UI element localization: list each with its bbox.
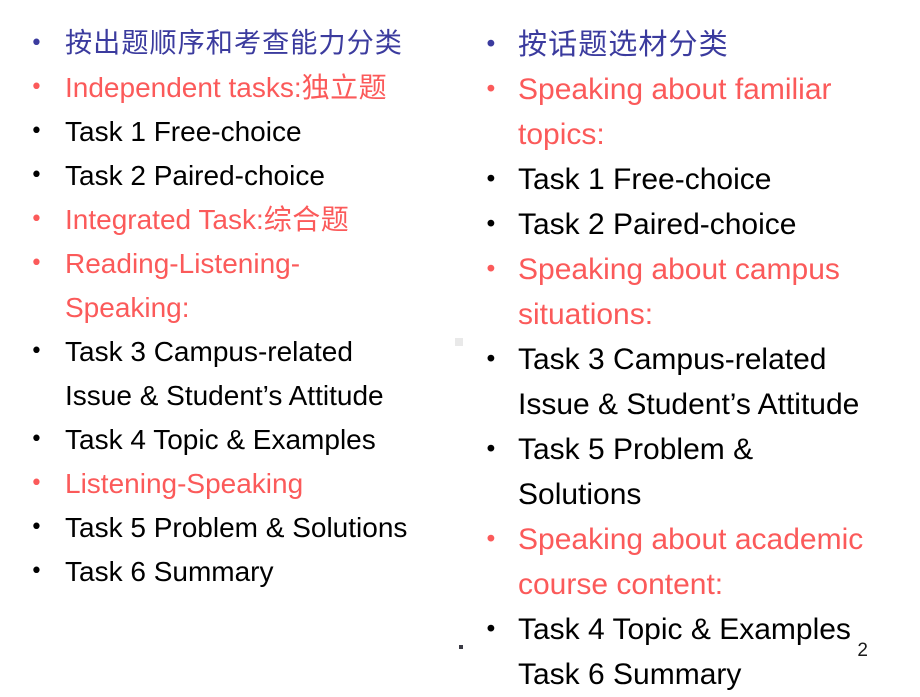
- artifact-square-marker: [455, 338, 463, 346]
- slide-canvas: • 按出题顺序和考查能力分类 • Independent tasks:独立题 • Task…: [0, 0, 920, 691]
- bullet-item-text: Task 4 Topic & Examples: [65, 418, 458, 462]
- bullet-item-left-task-6: • Task 6 Summary: [18, 550, 458, 594]
- bullet-text-line: Independent tasks:独立题: [65, 71, 388, 104]
- bullet-text-line: Task 5 Problem &: [518, 433, 754, 466]
- bullet-text-line: course content:: [518, 568, 724, 601]
- left-bullet-list: • 按出题顺序和考查能力分类 • Independent tasks:独立题 • Task…: [18, 22, 458, 594]
- bullet-text-line: Speaking about campus: [518, 253, 840, 286]
- bullet-item-right-task-1: • Task 1 Free-choice: [470, 157, 920, 202]
- bullet-item-text: Task 3 Campus-related Issue & Student’s A…: [65, 330, 458, 418]
- bullet-item-right-familiar-topics: • Speaking about familiar topics:: [470, 67, 920, 157]
- right-bullet-list: • 按话题选材分类 • Speaking about familiar topics: •…: [470, 22, 920, 697]
- bullet-point-icon: •: [30, 339, 43, 364]
- bullet-item-text: Speaking about campus situations:: [518, 247, 920, 337]
- bullet-item-text: Task 6 Summary: [65, 550, 458, 594]
- bullet-text-line: Task 1 Free-choice: [65, 116, 302, 147]
- bullet-item-left-reading-listening-speaking: • Reading-Listening- Speaking:: [18, 242, 458, 330]
- bullet-item-text: Task 2 Paired-choice: [518, 202, 920, 247]
- bullet-item-text: 按话题选材分类: [518, 22, 920, 67]
- page-number: 2: [857, 640, 868, 661]
- bullet-item-text: Task 5 Problem & Solutions: [65, 506, 458, 550]
- bullet-item-left-task-4: • Task 4 Topic & Examples: [18, 418, 458, 462]
- bullet-item-left-integrated-task: • Integrated Task:综合题: [18, 198, 458, 242]
- bullet-text-line: Solutions: [518, 478, 642, 511]
- bullet-text-line: topics:: [518, 118, 605, 151]
- bullet-point-icon: •: [30, 207, 43, 232]
- bullet-text-line: Integrated Task:综合题: [65, 203, 350, 236]
- artifact-dot-marker: [459, 645, 463, 649]
- bullet-item-right-task-5: • Task 5 Problem & Solutions: [470, 427, 920, 517]
- bullet-point-icon: •: [30, 75, 43, 100]
- bullet-point-icon: •: [484, 75, 498, 103]
- bullet-text-line: Task 2 Paired-choice: [518, 208, 797, 241]
- bullet-item-right-task-4-and-6: • Task 4 Topic & Examples Task 6 Summary: [470, 607, 920, 697]
- bullet-text-line: Speaking about academic: [518, 523, 864, 556]
- bullet-item-left-task-2: • Task 2 Paired-choice: [18, 154, 458, 198]
- bullet-item-left-listening-speaking: • Listening-Speaking: [18, 462, 458, 506]
- bullet-item-text: Task 5 Problem & Solutions: [518, 427, 920, 517]
- bullet-text-line: Task 1 Free-choice: [518, 163, 772, 196]
- bullet-point-icon: •: [484, 525, 498, 553]
- bullet-text-line: Listening-Speaking: [65, 468, 304, 499]
- bullet-item-left-heading-cjk: • 按出题顺序和考查能力分类: [18, 22, 458, 66]
- bullet-item-text: Task 1 Free-choice: [518, 157, 920, 202]
- bullet-point-icon: •: [30, 251, 43, 276]
- bullet-text-line: Reading-Listening-: [65, 248, 301, 279]
- bullet-item-left-task-5: • Task 5 Problem & Solutions: [18, 506, 458, 550]
- bullet-point-icon: •: [30, 427, 43, 452]
- bullet-text-line: Task 3 Campus-related: [65, 336, 353, 367]
- bullet-text-line: 按出题顺序和考查能力分类: [65, 28, 403, 59]
- bullet-point-icon: •: [484, 345, 498, 373]
- bullet-text-line: Task 5 Problem & Solutions: [65, 512, 408, 543]
- bullet-item-text: 按出题顺序和考查能力分类: [65, 22, 458, 66]
- bullet-point-icon: •: [30, 163, 43, 188]
- bullet-item-text: Task 1 Free-choice: [65, 110, 458, 154]
- bullet-item-text: Task 2 Paired-choice: [65, 154, 458, 198]
- cjk-text-run: 独立题: [301, 71, 388, 104]
- bullet-item-left-independent-tasks: • Independent tasks:独立题: [18, 66, 458, 110]
- bullet-item-text: Task 3 Campus-related Issue & Student’s A…: [518, 337, 920, 427]
- bullet-text-line: situations:: [518, 298, 654, 331]
- bullet-text-line: Speaking:: [65, 292, 190, 323]
- bullet-item-left-task-3: • Task 3 Campus-related Issue & Student’s …: [18, 330, 458, 418]
- bullet-item-text: Reading-Listening- Speaking:: [65, 242, 458, 330]
- bullet-text-line: 按话题选材分类: [518, 27, 729, 61]
- bullet-point-icon: •: [484, 30, 498, 58]
- bullet-point-icon: •: [484, 435, 498, 463]
- bullet-item-right-task-2: • Task 2 Paired-choice: [470, 202, 920, 247]
- bullet-item-right-campus-situations: • Speaking about campus situations:: [470, 247, 920, 337]
- bullet-item-text: Integrated Task:综合题: [65, 198, 458, 242]
- bullet-point-icon: •: [30, 515, 43, 540]
- bullet-point-icon: •: [484, 210, 498, 238]
- bullet-text-line: Task 2 Paired-choice: [65, 160, 325, 191]
- bullet-text-line: Speaking about familiar: [518, 73, 832, 106]
- bullet-text-line: Issue & Student’s Attitude: [65, 380, 384, 411]
- bullet-point-icon: •: [30, 471, 43, 496]
- bullet-item-text: Speaking about academic course content:: [518, 517, 920, 607]
- bullet-item-right-academic-course-content: • Speaking about academic course content:: [470, 517, 920, 607]
- bullet-text-line: Task 3 Campus-related: [518, 343, 827, 376]
- bullet-text-line: Issue & Student’s Attitude: [518, 388, 860, 421]
- bullet-item-right-task-3: • Task 3 Campus-related Issue & Student’s …: [470, 337, 920, 427]
- bullet-point-icon: •: [484, 165, 498, 193]
- bullet-item-text: Speaking about familiar topics:: [518, 67, 920, 157]
- bullet-point-icon: •: [484, 255, 498, 283]
- bullet-text-line: Task 4 Topic & Examples: [65, 424, 376, 455]
- bullet-point-icon: •: [30, 31, 43, 56]
- bullet-point-icon: •: [484, 615, 498, 643]
- bullet-item-text: Listening-Speaking: [65, 462, 458, 506]
- bullet-item-right-heading-cjk: • 按话题选材分类: [470, 22, 920, 67]
- bullet-item-left-task-1: • Task 1 Free-choice: [18, 110, 458, 154]
- cjk-text-run: 综合题: [263, 203, 350, 236]
- bullet-point-icon: •: [30, 559, 43, 584]
- right-content-placeholder: • 按话题选材分类 • Speaking about familiar topics: •…: [470, 0, 920, 697]
- bullet-text-line: Task 6 Summary: [65, 556, 274, 587]
- bullet-point-icon: •: [30, 119, 43, 144]
- bullet-item-text: Independent tasks:独立题: [65, 66, 458, 110]
- left-content-placeholder: • 按出题顺序和考查能力分类 • Independent tasks:独立题 • Task…: [18, 0, 458, 594]
